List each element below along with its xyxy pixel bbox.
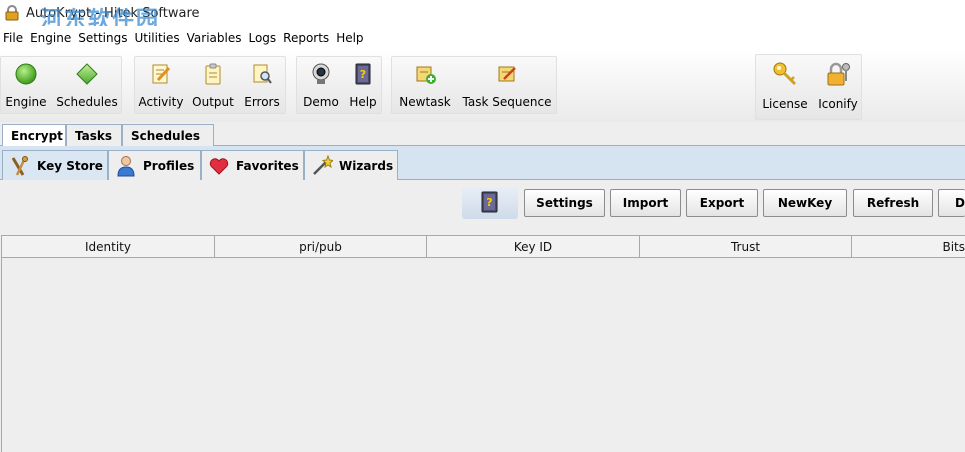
- webcam-icon: [308, 61, 334, 87]
- notepad-pencil-icon: [148, 61, 174, 87]
- help-label: Help: [349, 95, 377, 109]
- key-store-actions: ? Settings Import Export NewKey Refresh …: [0, 181, 965, 235]
- help-toolbar-button[interactable]: ? Help: [345, 57, 381, 115]
- tab-profiles-label: Profiles: [143, 158, 195, 173]
- settings-button[interactable]: Settings: [524, 189, 605, 217]
- toolbar-group-help: Demo ? Help: [296, 56, 382, 114]
- column-header-bits[interactable]: Bits: [851, 236, 965, 258]
- toolbar: Engine Schedules Activity Output Errors …: [0, 50, 965, 122]
- help-book-icon: ?: [350, 61, 376, 87]
- tab-favorites[interactable]: Favorites: [201, 150, 304, 180]
- menu-settings[interactable]: Settings: [78, 31, 132, 45]
- table-header: Identity pri/pub Key ID Trust Bits: [1, 235, 965, 258]
- iconify-label: Iconify: [818, 97, 858, 111]
- menu-utilities[interactable]: Utilities: [134, 31, 184, 45]
- scroll-add-icon: [412, 61, 438, 87]
- output-button[interactable]: Output: [189, 57, 237, 115]
- column-header-pri-pub[interactable]: pri/pub: [214, 236, 426, 258]
- menu-engine[interactable]: Engine: [30, 31, 76, 45]
- column-header-key-id[interactable]: Key ID: [426, 236, 639, 258]
- engine-label: Engine: [5, 95, 47, 109]
- tab-tasks[interactable]: Tasks: [66, 124, 122, 146]
- license-label: License: [762, 97, 808, 111]
- key-icon: [772, 61, 798, 87]
- task-sequence-button[interactable]: Task Sequence: [458, 57, 556, 115]
- iconify-button[interactable]: Iconify: [814, 55, 862, 121]
- green-diamond-icon: [74, 61, 100, 87]
- import-button[interactable]: Import: [610, 189, 681, 217]
- toolbar-group-engine: Engine Schedules: [0, 56, 122, 114]
- window-title: AutoKrypt - Hitek Software: [26, 5, 200, 21]
- svg-text:?: ?: [360, 68, 366, 81]
- toolbar-group-license: License Iconify: [755, 54, 862, 120]
- title-bar: AutoKrypt - Hitek Software: [0, 0, 965, 26]
- license-button[interactable]: License: [758, 55, 812, 121]
- delete-button[interactable]: De: [938, 189, 965, 217]
- padlock-key-icon: [825, 61, 851, 87]
- clipboard-icon: [200, 61, 226, 87]
- tab-schedules[interactable]: Schedules: [122, 124, 214, 146]
- errors-button[interactable]: Errors: [239, 57, 285, 115]
- tab-wizards-label: Wizards: [339, 158, 394, 173]
- tab-profiles[interactable]: Profiles: [108, 150, 201, 180]
- task-sequence-label: Task Sequence: [462, 95, 552, 109]
- sub-tab-bar: Key Store Profiles Favorites Wizards: [0, 146, 965, 180]
- tab-key-store[interactable]: Key Store: [2, 150, 108, 180]
- newtask-button[interactable]: Newtask: [394, 57, 456, 115]
- green-circle-icon: [13, 61, 39, 87]
- toolbar-group-logs: Activity Output Errors: [134, 56, 286, 114]
- refresh-button[interactable]: Refresh: [853, 189, 933, 217]
- new-key-button[interactable]: NewKey: [763, 189, 847, 217]
- menu-bar: File Engine Settings Utilities Variables…: [0, 26, 965, 50]
- activity-button[interactable]: Activity: [137, 57, 185, 115]
- help-button[interactable]: ?: [462, 187, 518, 219]
- menu-help[interactable]: Help: [336, 31, 368, 45]
- errors-label: Errors: [244, 95, 280, 109]
- demo-label: Demo: [303, 95, 339, 109]
- heart-icon: [208, 155, 230, 177]
- key-store-table: Identity pri/pub Key ID Trust Bits: [0, 235, 965, 452]
- schedules-button[interactable]: Schedules: [55, 57, 119, 115]
- demo-button[interactable]: Demo: [299, 57, 343, 115]
- menu-logs[interactable]: Logs: [248, 31, 281, 45]
- table-body: [1, 258, 965, 452]
- magic-wand-icon: [311, 154, 333, 177]
- newtask-label: Newtask: [399, 95, 451, 109]
- export-button[interactable]: Export: [686, 189, 758, 217]
- output-label: Output: [192, 95, 234, 109]
- svg-text:?: ?: [486, 196, 492, 209]
- menu-variables[interactable]: Variables: [187, 31, 247, 45]
- tab-encrypt[interactable]: Encrypt: [2, 124, 66, 147]
- main-tab-bar: Encrypt Tasks Schedules: [0, 122, 965, 147]
- toolbar-group-tasks: Newtask Task Sequence: [391, 56, 557, 114]
- user-icon: [115, 155, 137, 177]
- schedules-label: Schedules: [56, 95, 118, 109]
- padlock-app-icon: [4, 5, 20, 21]
- tab-favorites-label: Favorites: [236, 158, 299, 173]
- engine-button[interactable]: Engine: [3, 57, 49, 115]
- menu-reports[interactable]: Reports: [283, 31, 334, 45]
- column-header-trust[interactable]: Trust: [639, 236, 851, 258]
- activity-label: Activity: [138, 95, 184, 109]
- tools-icon: [9, 155, 31, 177]
- menu-file[interactable]: File: [3, 31, 28, 45]
- help-book-icon: ?: [479, 190, 501, 217]
- scroll-edit-icon: [494, 61, 520, 87]
- tab-wizards[interactable]: Wizards: [304, 150, 398, 180]
- document-magnifier-icon: [249, 61, 275, 87]
- tab-key-store-label: Key Store: [37, 158, 103, 173]
- column-header-identity[interactable]: Identity: [1, 236, 214, 258]
